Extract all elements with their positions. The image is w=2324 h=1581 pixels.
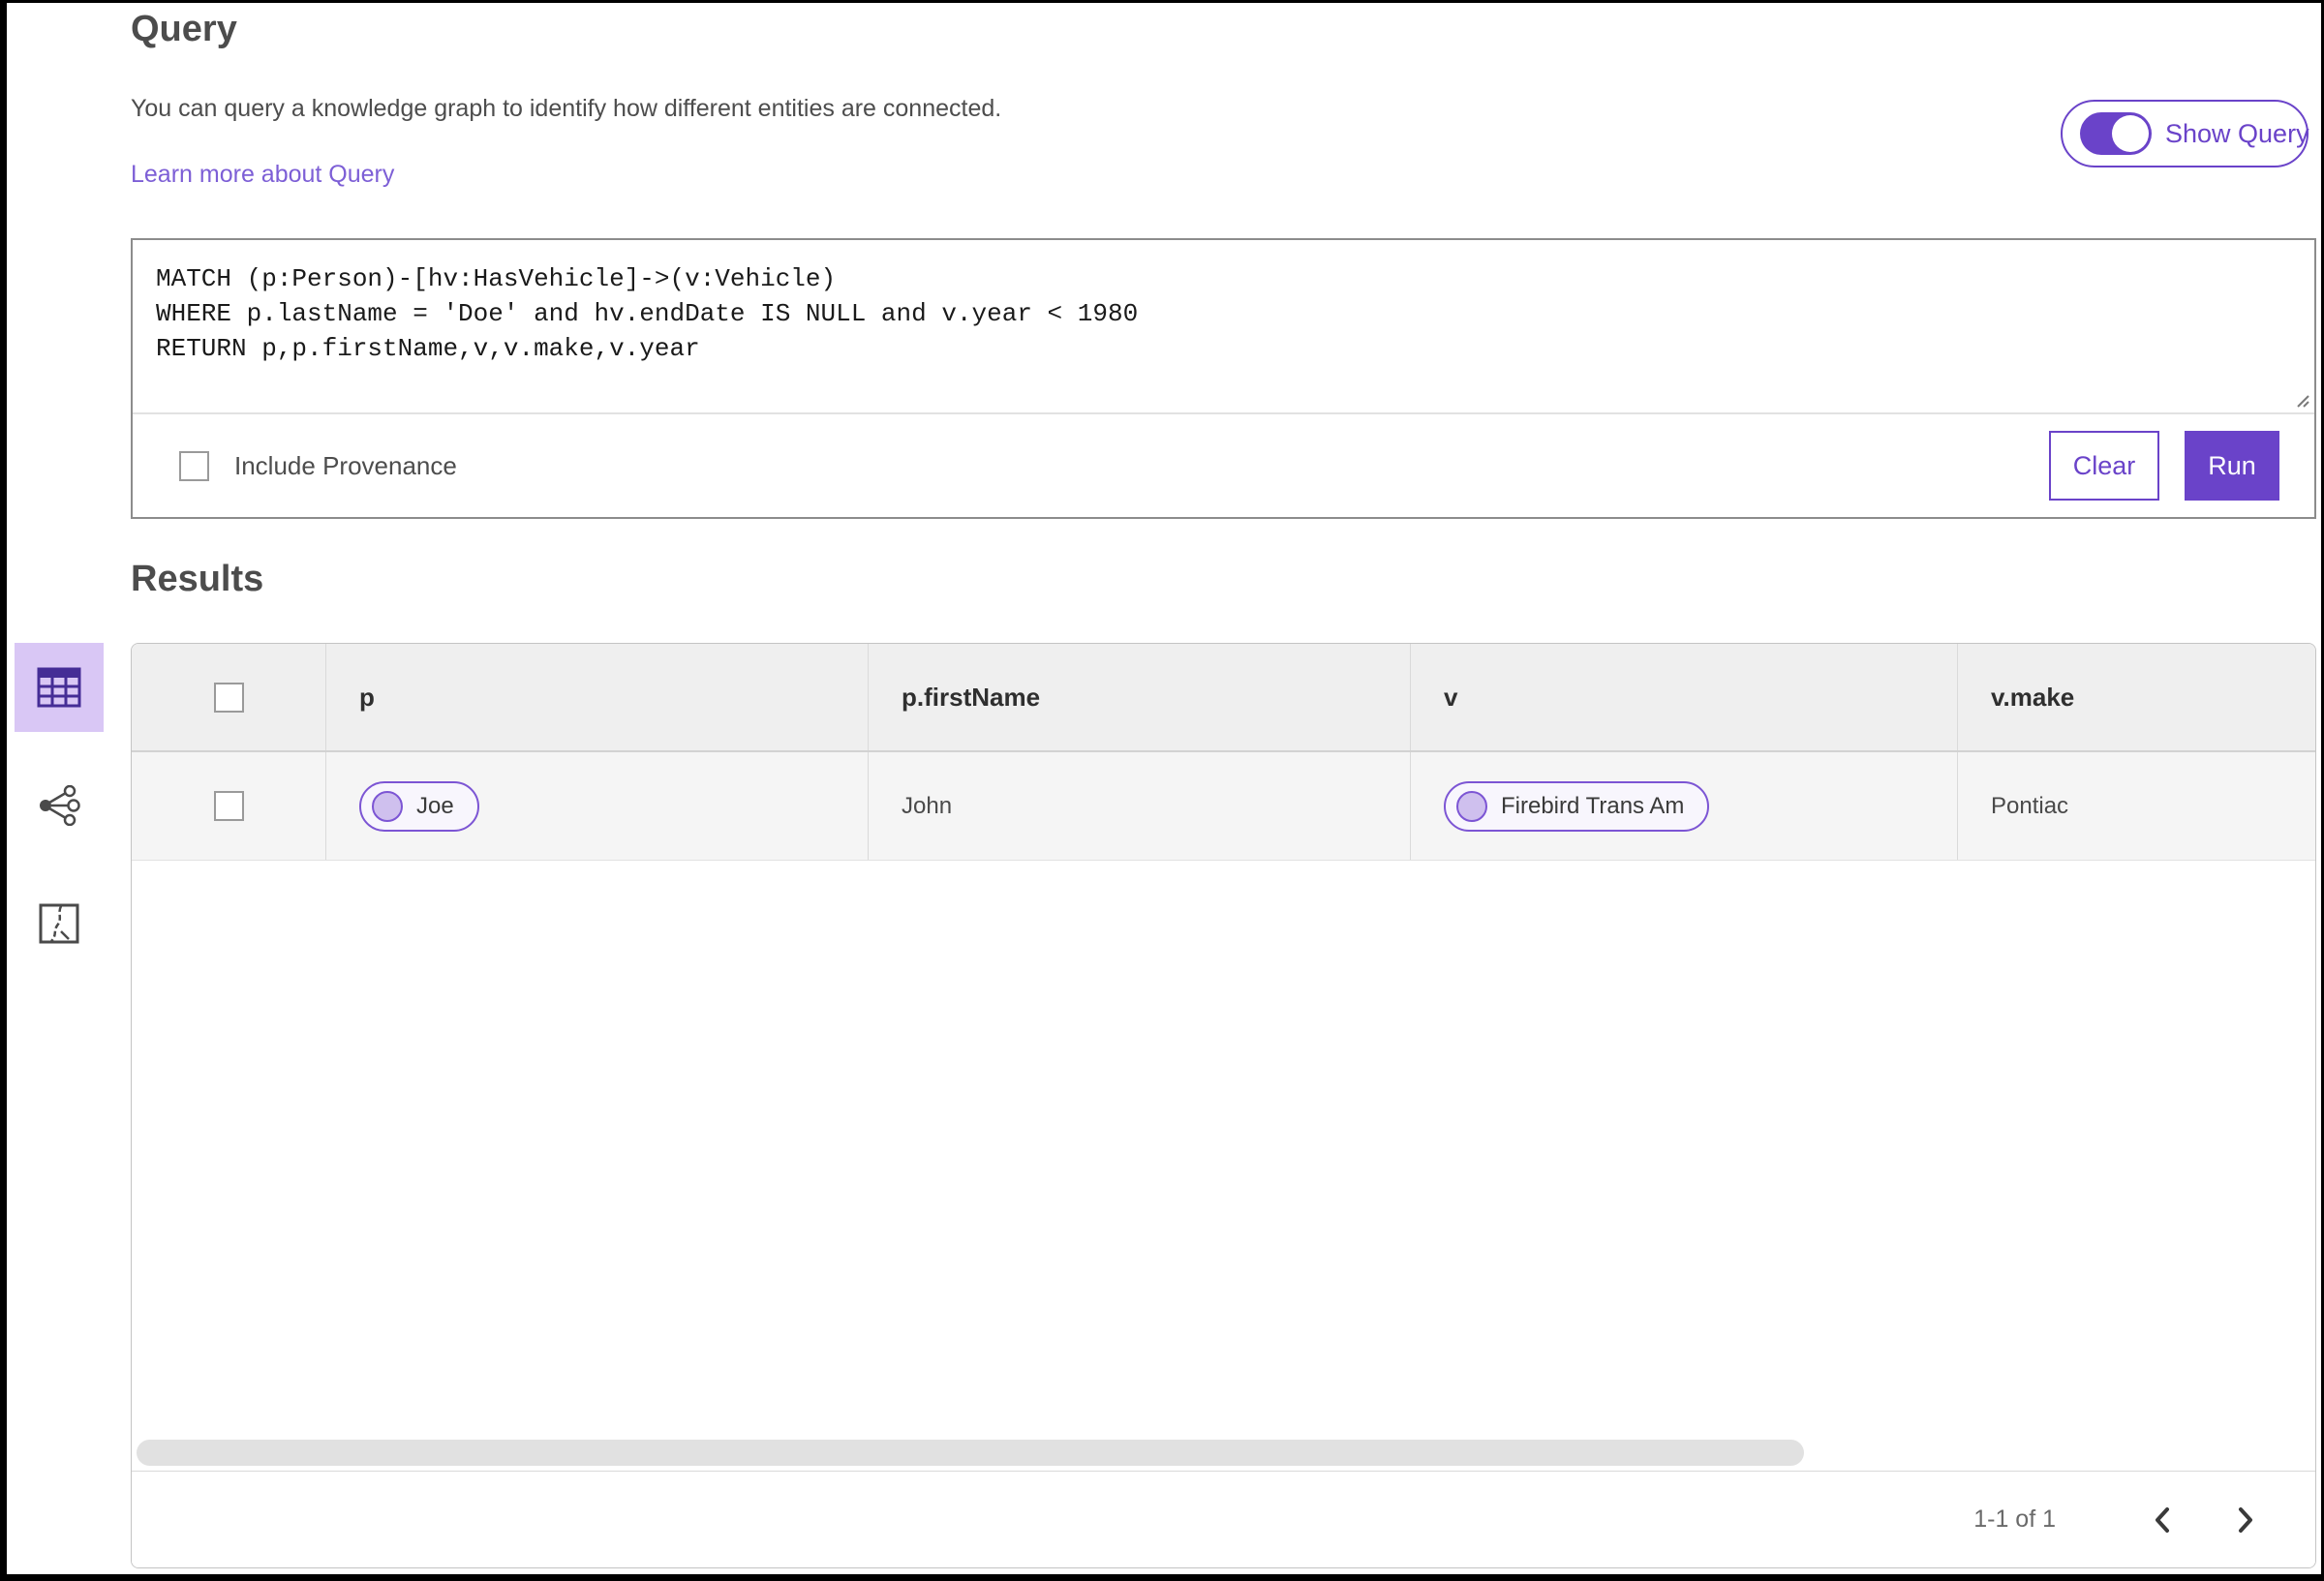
entity-icon xyxy=(1456,790,1487,822)
chevron-left-icon xyxy=(2156,1506,2169,1533)
next-page-button[interactable] xyxy=(2226,1501,2265,1539)
run-button[interactable]: Run xyxy=(2185,431,2279,501)
cell-p-firstname: John xyxy=(868,752,1410,860)
toggle-on-icon[interactable] xyxy=(2080,112,2152,155)
resize-handle-icon[interactable] xyxy=(2291,389,2310,409)
query-panel: MATCH (p:Person)-[hv:HasVehicle]->(v:Veh… xyxy=(131,238,2316,519)
table-row: Joe John Firebird Trans Am Pontiac xyxy=(132,752,2315,861)
pagination-range-label: 1-1 of 1 xyxy=(1973,1505,2056,1533)
app-window: Query You can query a knowledge graph to… xyxy=(0,0,2324,1581)
entity-pill[interactable]: Joe xyxy=(359,780,479,832)
horizontal-scrollbar[interactable] xyxy=(137,1440,1804,1466)
show-query-toggle[interactable]: Show Query xyxy=(2061,100,2309,167)
show-query-label: Show Query xyxy=(2165,118,2309,148)
column-header-p-firstname[interactable]: p.firstName xyxy=(868,644,1410,750)
results-view-switcher xyxy=(15,643,107,968)
pagination-bar: 1-1 of 1 xyxy=(132,1471,2315,1567)
cell-p: Joe xyxy=(325,752,868,860)
column-header-p[interactable]: p xyxy=(325,644,868,750)
column-header-v[interactable]: v xyxy=(1410,644,1957,750)
clear-button[interactable]: Clear xyxy=(2049,431,2159,501)
map-icon xyxy=(39,903,79,944)
page-description: You can query a knowledge graph to ident… xyxy=(131,95,1002,122)
prev-page-button[interactable] xyxy=(2143,1501,2182,1539)
entity-pill[interactable]: Firebird Trans Am xyxy=(1444,780,1710,832)
page-title: Query xyxy=(131,9,237,49)
tab-map-view[interactable] xyxy=(15,879,104,968)
include-provenance-checkbox[interactable] xyxy=(179,450,209,481)
table-icon xyxy=(37,667,81,708)
select-all-cell xyxy=(132,644,325,750)
column-header-v-make[interactable]: v.make xyxy=(1957,644,2315,750)
row-select-cell xyxy=(132,752,325,860)
toggle-knob xyxy=(2112,115,2149,152)
table-header-row: p p.firstName v v.make xyxy=(132,644,2315,752)
results-title: Results xyxy=(131,559,264,599)
cell-v: Firebird Trans Am xyxy=(1410,752,1957,860)
query-input[interactable]: MATCH (p:Person)-[hv:HasVehicle]->(v:Veh… xyxy=(133,240,2314,412)
link-chart-icon xyxy=(40,785,80,826)
include-provenance-label: Include Provenance xyxy=(234,450,457,480)
select-all-checkbox[interactable] xyxy=(213,682,244,713)
query-footer: Include Provenance Clear Run xyxy=(133,414,2314,517)
results-panel: p p.firstName v v.make Joe John Firebird… xyxy=(131,643,2316,1568)
entity-icon xyxy=(372,790,403,822)
tab-link-chart-view[interactable] xyxy=(15,761,104,850)
query-textarea-wrap: MATCH (p:Person)-[hv:HasVehicle]->(v:Veh… xyxy=(133,240,2314,414)
chevron-right-icon xyxy=(2239,1506,2252,1533)
cell-v-make: Pontiac xyxy=(1957,752,2315,860)
tab-table-view[interactable] xyxy=(15,643,104,732)
learn-more-link[interactable]: Learn more about Query xyxy=(131,161,394,189)
row-checkbox[interactable] xyxy=(213,791,244,821)
